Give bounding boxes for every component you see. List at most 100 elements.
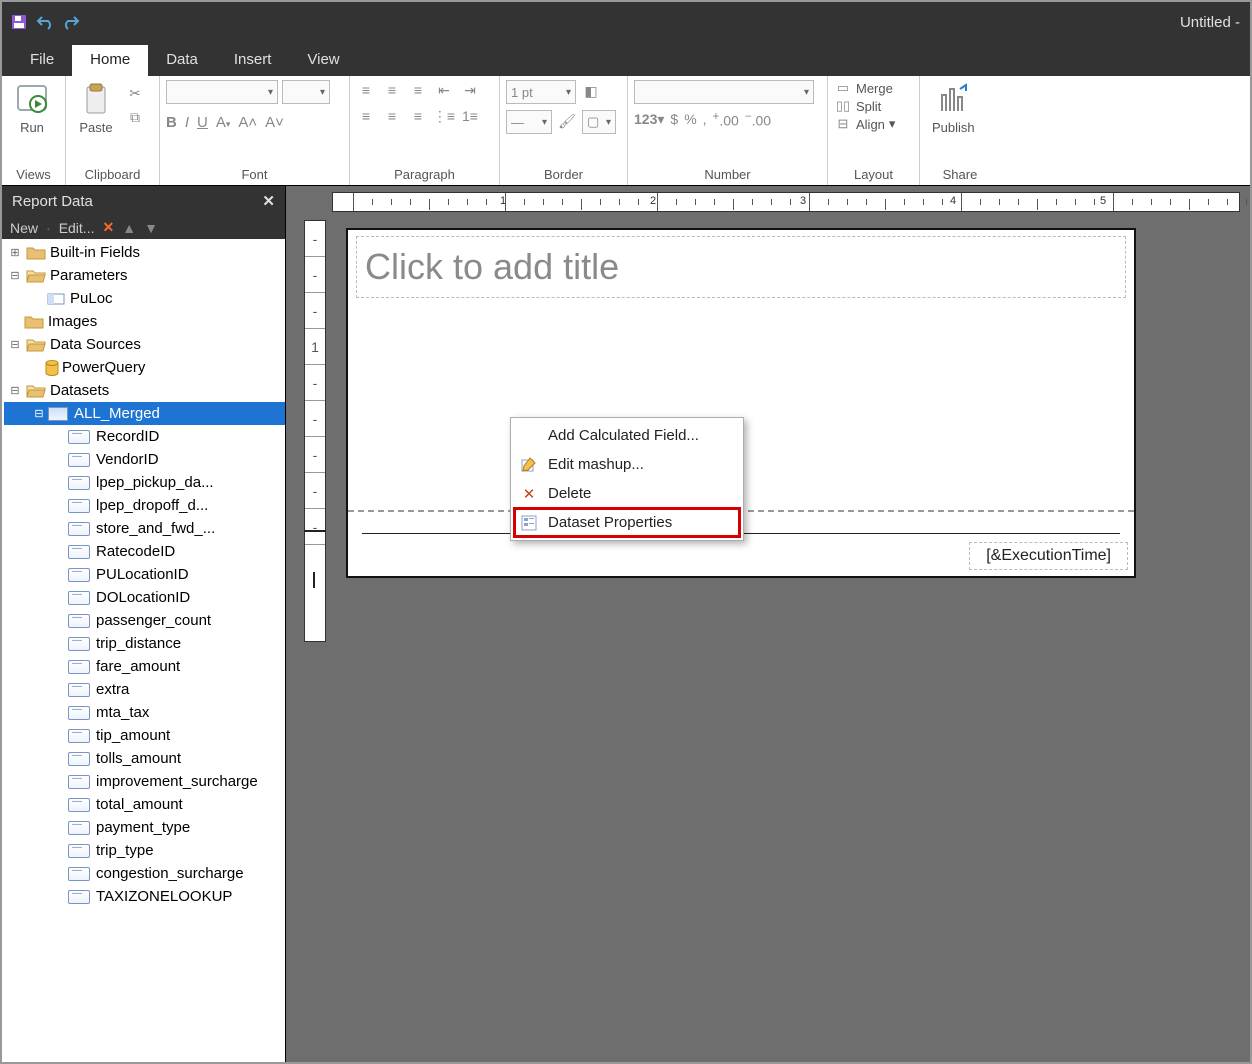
tree-field[interactable]: total_amount — [4, 793, 285, 816]
paste-button[interactable]: Paste — [72, 80, 120, 137]
tree-field[interactable]: mta_tax — [4, 701, 285, 724]
quick-access-toolbar — [8, 11, 82, 33]
tree-field[interactable]: VendorID — [4, 448, 285, 471]
tab-file[interactable]: File — [12, 45, 72, 76]
italic-button[interactable]: I — [185, 114, 189, 131]
border-style-combo[interactable]: —▾ — [506, 110, 552, 134]
shrink-font-button[interactable]: A˅ — [265, 114, 284, 131]
footer-execution-time[interactable]: [&ExecutionTime] — [969, 542, 1128, 570]
ribbon-tabs: File Home Data Insert View — [2, 42, 1250, 76]
align-top-icon[interactable]: ≡ — [356, 106, 376, 126]
tab-home[interactable]: Home — [72, 45, 148, 76]
field-icon — [68, 545, 90, 559]
border-weight-combo[interactable]: 1 pt▾ — [506, 80, 576, 104]
border-color-icon[interactable]: ◧ — [580, 80, 602, 102]
save-icon[interactable] — [8, 11, 30, 33]
tree-field[interactable]: DOLocationID — [4, 586, 285, 609]
tree-field[interactable]: lpep_pickup_da... — [4, 471, 285, 494]
tab-data[interactable]: Data — [148, 45, 216, 76]
align-middle-icon[interactable]: ≡ — [382, 106, 402, 126]
tree-field[interactable]: RecordID — [4, 425, 285, 448]
tree-field[interactable]: tolls_amount — [4, 747, 285, 770]
tab-view[interactable]: View — [289, 45, 357, 76]
tree-data-sources[interactable]: ⊟ Data Sources — [4, 333, 285, 356]
field-icon — [68, 775, 90, 789]
ctx-dataset-properties[interactable]: Dataset Properties — [514, 508, 740, 537]
tree-field[interactable]: lpep_dropoff_d... — [4, 494, 285, 517]
group-views-label: Views — [8, 166, 59, 183]
tree-field[interactable]: trip_type — [4, 839, 285, 862]
title-placeholder[interactable]: Click to add title — [356, 236, 1126, 298]
comma-icon[interactable]: , — [703, 111, 707, 127]
blank-icon — [518, 425, 540, 447]
tree-field[interactable]: congestion_surcharge — [4, 862, 285, 885]
ribbon: Run Views Paste ✂ ⧉ Clipboard ▾ ▾ B I — [2, 76, 1250, 186]
delete-icon[interactable]: ✕ — [102, 219, 114, 236]
copy-icon[interactable]: ⧉ — [124, 106, 146, 128]
currency-icon[interactable]: $ — [670, 111, 678, 127]
tree-field[interactable]: PULocationID — [4, 563, 285, 586]
indent-inc-icon[interactable]: ⇥ — [460, 80, 480, 100]
ctx-delete[interactable]: ✕ Delete — [514, 479, 740, 508]
tree-field[interactable]: store_and_fwd_... — [4, 517, 285, 540]
grow-font-button[interactable]: A˄ — [238, 114, 257, 131]
move-down-icon[interactable]: ▼ — [144, 220, 158, 236]
run-button[interactable]: Run — [8, 80, 56, 137]
fill-color-icon[interactable]: 🖌 — [556, 110, 578, 132]
borders-combo[interactable]: ▢▾ — [582, 110, 616, 134]
tree-dataset-all-merged[interactable]: ⊟ ALL_Merged — [4, 402, 285, 425]
ctx-edit-mashup[interactable]: Edit mashup... — [514, 450, 740, 479]
tree-field[interactable]: trip_distance — [4, 632, 285, 655]
number-general-icon[interactable]: 123▾ — [634, 111, 664, 128]
tree-images[interactable]: Images — [4, 310, 285, 333]
font-family-combo[interactable]: ▾ — [166, 80, 278, 104]
tree-field[interactable]: tip_amount — [4, 724, 285, 747]
tree-field[interactable]: passenger_count — [4, 609, 285, 632]
new-button[interactable]: New — [10, 220, 38, 236]
tree-field[interactable]: fare_amount — [4, 655, 285, 678]
align-center-icon[interactable]: ≡ — [382, 80, 402, 100]
move-up-icon[interactable]: ▲ — [122, 220, 136, 236]
edit-button[interactable]: Edit... — [59, 220, 95, 236]
indent-dec-icon[interactable]: ⇤ — [434, 80, 454, 100]
publish-button[interactable]: Publish — [926, 80, 981, 137]
field-icon — [68, 752, 90, 766]
cut-icon[interactable]: ✂ — [124, 82, 146, 104]
group-clipboard-label: Clipboard — [72, 166, 153, 183]
tab-insert[interactable]: Insert — [216, 45, 290, 76]
tree-field[interactable]: RatecodeID — [4, 540, 285, 563]
font-color-button[interactable]: A▾ — [216, 114, 231, 131]
tree-field[interactable]: extra — [4, 678, 285, 701]
group-share-label: Share — [926, 166, 994, 183]
tree-datasets[interactable]: ⊟ Datasets — [4, 379, 285, 402]
redo-icon[interactable] — [60, 11, 82, 33]
increase-decimal-icon[interactable]: +.00 — [713, 110, 739, 129]
close-icon[interactable]: ✕ — [262, 192, 275, 210]
number-format-combo[interactable]: ▾ — [634, 80, 814, 104]
tree-field[interactable]: payment_type — [4, 816, 285, 839]
underline-button[interactable]: U — [197, 114, 208, 131]
split-button[interactable]: ▯▯Split — [834, 98, 895, 114]
merge-button[interactable]: ▭Merge — [834, 80, 895, 96]
align-right-icon[interactable]: ≡ — [408, 80, 428, 100]
font-size-combo[interactable]: ▾ — [282, 80, 330, 104]
ctx-add-calculated-field[interactable]: Add Calculated Field... — [514, 421, 740, 450]
align-bottom-icon[interactable]: ≡ — [408, 106, 428, 126]
tree-builtin-fields[interactable]: ⊞ Built-in Fields — [4, 241, 285, 264]
percent-icon[interactable]: % — [684, 111, 696, 127]
tree-field[interactable]: TAXIZONELOOKUP — [4, 885, 285, 908]
tree-parameters[interactable]: ⊟ Parameters — [4, 264, 285, 287]
align-left-icon[interactable]: ≡ — [356, 80, 376, 100]
decrease-decimal-icon[interactable]: −.00 — [745, 110, 771, 129]
bullets-icon[interactable]: ⋮≡ — [434, 106, 454, 126]
align-button[interactable]: ⊟Align ▾ — [834, 116, 895, 132]
numbering-icon[interactable]: 1≡ — [460, 106, 480, 126]
tree-param-puloc[interactable]: PuLoc — [4, 287, 285, 310]
undo-icon[interactable] — [34, 11, 56, 33]
tree-ds-powerquery[interactable]: PowerQuery — [4, 356, 285, 379]
context-menu: Add Calculated Field... Edit mashup... ✕… — [510, 417, 744, 541]
bold-button[interactable]: B — [166, 114, 177, 131]
tree-field[interactable]: improvement_surcharge — [4, 770, 285, 793]
design-surface[interactable]: 12345 ---1----- Click to add title [&Exe… — [286, 186, 1250, 1062]
properties-icon — [518, 512, 540, 534]
